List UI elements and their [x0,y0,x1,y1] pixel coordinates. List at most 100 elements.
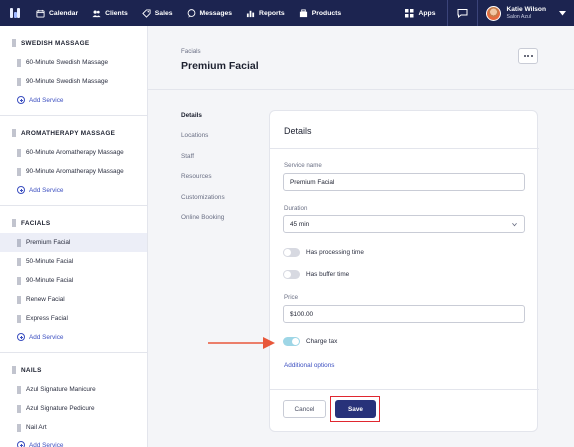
drag-handle-icon[interactable] [17,148,21,157]
category-header-swedish-massage[interactable]: SWEDISH MASSAGE [12,39,89,47]
sidebar-item-service[interactable]: Express Facial [0,309,147,328]
buffer-time-toggle[interactable] [283,270,300,279]
page-title: Premium Facial [181,60,259,72]
tab-details[interactable]: Details [181,112,202,119]
plus-circle-icon [17,96,25,104]
duration-value: 45 min [290,220,310,228]
nav-messages-label: Messages [199,9,233,17]
drag-handle-icon[interactable] [17,385,21,394]
breadcrumb[interactable]: Facials [181,48,201,55]
drag-handle-icon[interactable] [17,238,21,247]
app-logo[interactable] [10,8,20,18]
user-name: Katie Wilson [506,5,546,13]
save-button[interactable]: Save [335,400,376,418]
nav-calendar-label: Calendar [49,9,79,17]
divider [0,115,147,116]
tab-resources[interactable]: Resources [181,173,212,180]
nav-clients[interactable]: Clients [92,9,128,18]
apps-button[interactable]: Apps [405,0,449,26]
buffer-time-label: Has buffer time [306,271,350,278]
divider [270,148,539,149]
nav-products[interactable]: Products [299,8,342,18]
apps-grid-icon [405,8,414,17]
sidebar-item-service[interactable]: 90-Minute Aromatherapy Massage [0,162,147,181]
chat-button[interactable] [448,0,479,26]
tab-online-booking[interactable]: Online Booking [181,214,224,221]
nav-reports-label: Reports [259,9,285,17]
details-card: Details Service name Premium Facial Dura… [269,110,539,432]
sidebar-item-service[interactable]: 90-Minute Swedish Massage [0,72,147,91]
category-header-facials[interactable]: FACIALS [12,219,50,227]
drag-handle-icon[interactable] [17,58,21,67]
nav-messages[interactable]: Messages [187,8,233,18]
add-service-button[interactable]: Add Service [17,96,63,104]
divider [148,89,574,90]
duration-label: Duration [284,205,308,212]
drag-handle-icon[interactable] [17,295,21,304]
service-name-input[interactable]: Premium Facial [283,173,525,191]
chevron-down-icon [512,222,517,227]
nav-products-label: Products [311,9,342,17]
add-service-button[interactable]: Add Service [17,441,63,447]
apps-label: Apps [418,9,436,17]
sidebar-item-service[interactable]: Nail Art [0,418,147,437]
price-label: Price [284,294,299,301]
nav-sales[interactable]: Sales [142,8,173,18]
products-icon [299,8,307,17]
ellipsis-icon [523,55,526,57]
sidebar-item-premium-facial[interactable]: Premium Facial [0,233,147,252]
card-title: Details [284,126,312,136]
charge-tax-toggle-row[interactable]: Charge tax [283,337,337,346]
drag-handle-icon[interactable] [12,129,16,137]
drag-handle-icon[interactable] [12,39,16,47]
drag-handle-icon[interactable] [17,423,21,432]
nav-reports[interactable]: Reports [246,9,285,18]
cancel-button[interactable]: Cancel [283,400,326,418]
annotation-arrow-icon [208,337,275,349]
drag-handle-icon[interactable] [17,167,21,176]
user-menu[interactable]: Katie Wilson Salon Azul [478,0,574,26]
drag-handle-icon[interactable] [17,276,21,285]
sales-tag-icon [142,8,151,18]
divider [0,352,147,353]
price-input[interactable]: $100.00 [283,305,525,323]
nav-sales-label: Sales [154,9,173,17]
sidebar-item-service[interactable]: 50-Minute Facial [0,252,147,271]
processing-time-toggle-row[interactable]: Has processing time [283,248,364,257]
nav-clients-label: Clients [105,9,128,17]
messages-icon [187,8,195,18]
sidebar-item-service[interactable]: Renew Facial [0,290,147,309]
drag-handle-icon[interactable] [17,77,21,86]
sidebar-item-service[interactable]: Azul Signature Pedicure [0,399,147,418]
category-header-aromatherapy-massage[interactable]: AROMATHERAPY MASSAGE [12,129,115,137]
charge-tax-toggle[interactable] [283,337,300,346]
plus-circle-icon [17,186,25,194]
divider [0,205,147,206]
drag-handle-icon[interactable] [17,314,21,323]
tab-locations[interactable]: Locations [181,132,208,139]
sidebar-item-service[interactable]: 60-Minute Swedish Massage [0,53,147,72]
processing-time-toggle[interactable] [283,248,300,257]
chat-bubble-icon [457,9,468,18]
drag-handle-icon[interactable] [12,366,16,374]
calendar-icon [36,9,45,18]
sidebar-item-service[interactable]: 90-Minute Facial [0,271,147,290]
drag-handle-icon[interactable] [17,257,21,266]
category-header-nails[interactable]: NAILS [12,366,42,374]
service-name-label: Service name [284,162,322,169]
tab-customizations[interactable]: Customizations [181,194,225,201]
add-service-button[interactable]: Add Service [17,333,63,341]
add-service-button[interactable]: Add Service [17,186,63,194]
nav-calendar[interactable]: Calendar [36,9,78,18]
drag-handle-icon[interactable] [12,219,16,227]
clients-icon [92,10,101,17]
user-organization: Salon Azul [506,13,531,20]
tab-staff[interactable]: Staff [181,153,194,160]
duration-select[interactable]: 45 min [283,215,525,233]
buffer-time-toggle-row[interactable]: Has buffer time [283,270,349,279]
sidebar-item-service[interactable]: Azul Signature Manicure [0,380,147,399]
more-options-button[interactable] [518,48,538,64]
sidebar-item-service[interactable]: 60-Minute Aromatherapy Massage [0,143,147,162]
drag-handle-icon[interactable] [17,404,21,413]
additional-options-link[interactable]: Additional options [284,362,334,369]
